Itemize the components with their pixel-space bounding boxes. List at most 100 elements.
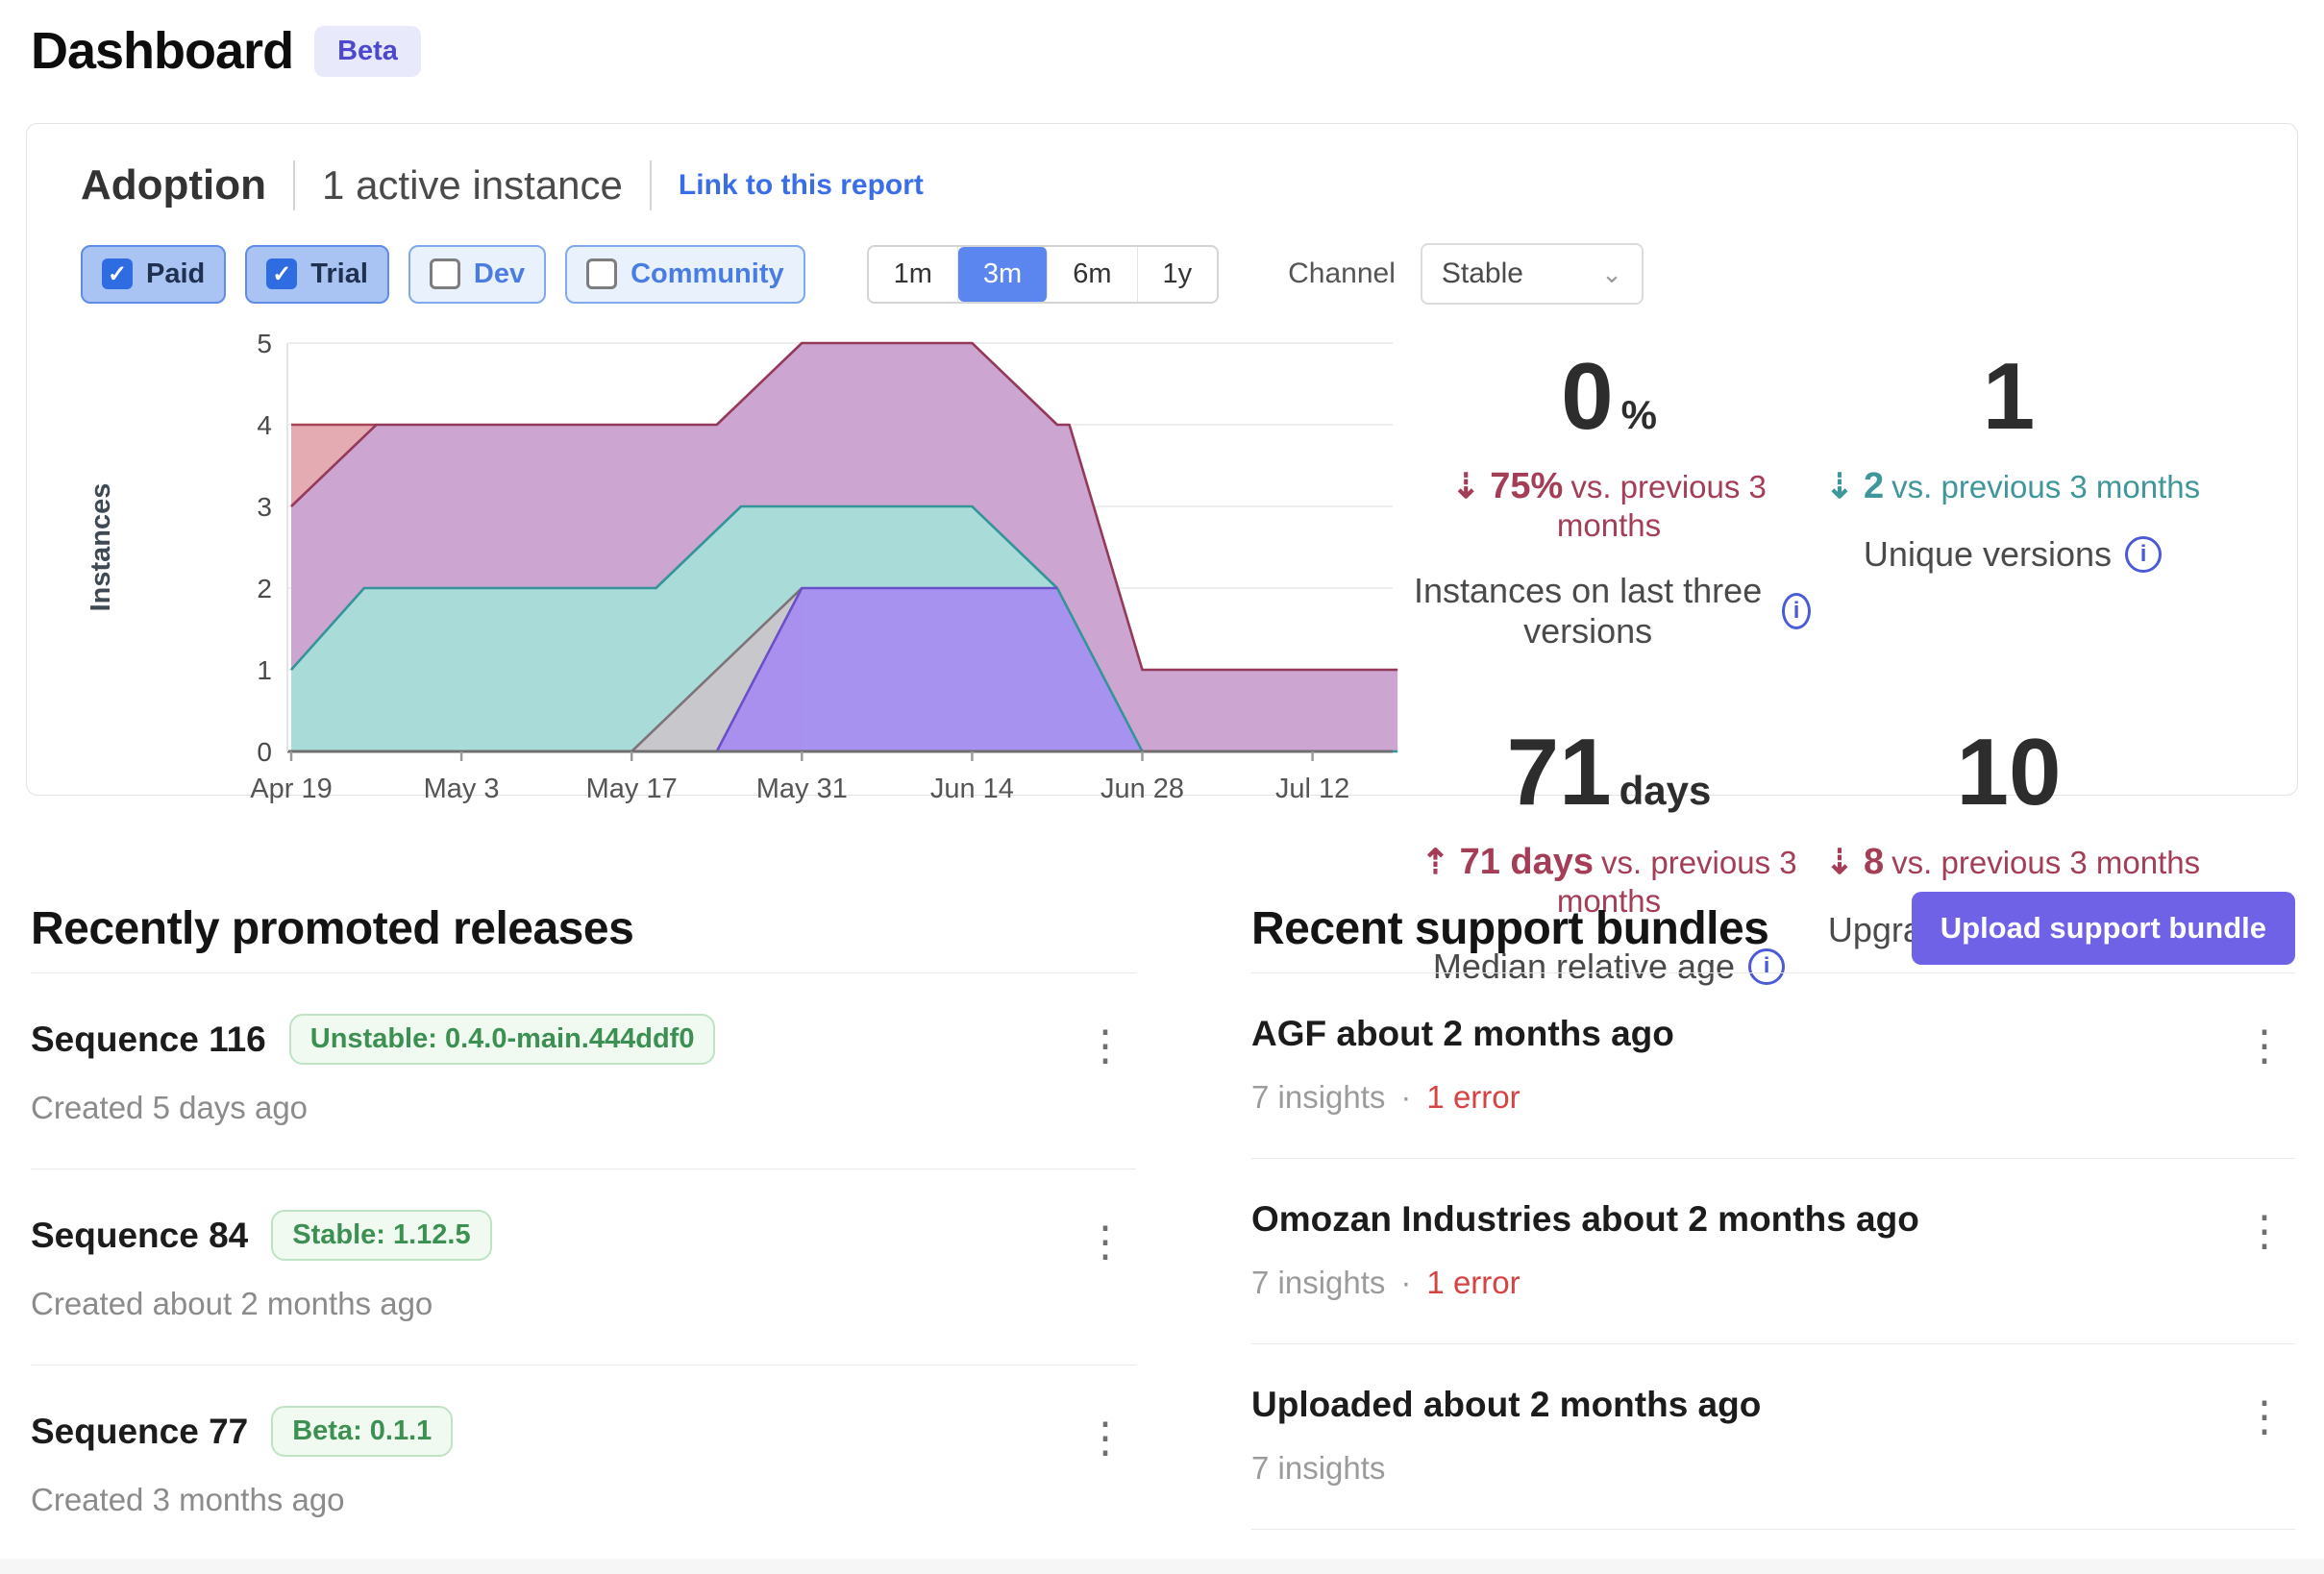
- divider: [650, 160, 652, 210]
- license-filter-chips: ✓ Paid ✓ Trial Dev Community: [81, 245, 805, 304]
- svg-text:May 17: May 17: [586, 774, 678, 804]
- bundle-meta: 7 insights · 1 error: [1251, 1079, 1674, 1116]
- filter-chip-label: Trial: [310, 258, 368, 290]
- release-channel-badge: Unstable: 0.4.0-main.444ddf0: [289, 1014, 716, 1065]
- release-channel-badge: Beta: 0.1.1: [271, 1406, 453, 1457]
- bundles-header: Recent support bundles Upload support bu…: [1251, 884, 2295, 972]
- adoption-card-header: Adoption 1 active instance Link to this …: [81, 160, 2243, 210]
- dot-separator: ·: [1400, 1265, 1411, 1301]
- svg-text:2: 2: [257, 574, 272, 603]
- filter-chip-trial[interactable]: ✓ Trial: [245, 245, 389, 304]
- info-icon[interactable]: i: [2125, 536, 2162, 573]
- release-row[interactable]: Sequence 77 Beta: 0.1.1 Created 3 months…: [31, 1365, 1136, 1561]
- releases-heading: Recently promoted releases: [31, 902, 633, 955]
- bundle-insights: 7 insights: [1251, 1079, 1385, 1116]
- releases-section: Recently promoted releases Sequence 116 …: [31, 884, 1136, 1574]
- upload-support-bundle-button[interactable]: Upload support bundle: [1912, 892, 2295, 965]
- lower-sections: Recently promoted releases Sequence 116 …: [31, 884, 2295, 1574]
- kebab-menu-icon[interactable]: ⋮: [2234, 1023, 2295, 1069]
- info-icon[interactable]: i: [1782, 593, 1811, 629]
- bundle-insights: 7 insights: [1251, 1265, 1385, 1301]
- range-1m[interactable]: 1m: [869, 247, 958, 302]
- svg-text:Jun 28: Jun 28: [1100, 774, 1184, 804]
- trend-up-icon: ⇡: [1421, 842, 1449, 881]
- stat-instances-last-three-versions: 0% ⇣75%vs. previous 3 months Instances o…: [1407, 349, 1811, 652]
- svg-text:Jul 12: Jul 12: [1275, 774, 1349, 804]
- stat-value: 10: [1811, 725, 2214, 819]
- release-name: Sequence 84: [31, 1216, 248, 1256]
- beta-badge: Beta: [314, 26, 421, 77]
- filter-chip-label: Dev: [474, 258, 525, 290]
- trend-down-icon: ⇣: [1825, 466, 1854, 505]
- svg-text:3: 3: [257, 492, 272, 522]
- support-bundles-section: Recent support bundles Upload support bu…: [1251, 884, 2295, 1574]
- svg-text:May 3: May 3: [424, 774, 500, 804]
- checkbox-unchecked-icon[interactable]: [430, 258, 460, 289]
- checkbox-checked-icon[interactable]: ✓: [102, 258, 133, 289]
- kebab-menu-icon[interactable]: ⋮: [2234, 1394, 2295, 1439]
- channel-select[interactable]: Stable ⌄: [1421, 243, 1644, 305]
- y-axis-label: Instances: [86, 483, 116, 612]
- active-instance-count: 1 active instance: [322, 162, 623, 209]
- channel-control: Channel Stable ⌄: [1288, 243, 1644, 305]
- svg-text:Jun 14: Jun 14: [930, 774, 1014, 804]
- filter-chip-label: Community: [630, 258, 784, 290]
- filter-chip-community[interactable]: Community: [565, 245, 805, 304]
- stat-value: 71days: [1407, 725, 1811, 819]
- release-channel-badge: Stable: 1.12.5: [271, 1210, 491, 1261]
- kebab-menu-icon[interactable]: ⋮: [1075, 1023, 1136, 1069]
- adoption-card: Adoption 1 active instance Link to this …: [26, 123, 2298, 796]
- bundle-errors: 1 error: [1426, 1079, 1520, 1116]
- bundle-meta: 7 insights: [1251, 1450, 1761, 1487]
- release-row[interactable]: Sequence 116 Unstable: 0.4.0-main.444ddf…: [31, 973, 1136, 1168]
- release-name: Sequence 116: [31, 1020, 266, 1060]
- bundle-row[interactable]: Omozan Industries about 2 months ago 7 i…: [1251, 1159, 2295, 1343]
- checkbox-unchecked-icon[interactable]: [586, 258, 617, 289]
- dashboard-page: Dashboard Beta Adoption 1 active instanc…: [0, 0, 2324, 1574]
- channel-selected-value: Stable: [1442, 258, 1523, 290]
- trend-down-icon: ⇣: [1825, 842, 1854, 881]
- bundles-heading: Recent support bundles: [1251, 902, 1768, 955]
- dot-separator: ·: [1400, 1079, 1411, 1116]
- kebab-menu-icon[interactable]: ⋮: [1075, 1415, 1136, 1461]
- kebab-menu-icon[interactable]: ⋮: [1075, 1219, 1136, 1265]
- release-created: Created 5 days ago: [31, 1090, 715, 1126]
- stat-change: ⇣75%vs. previous 3 months: [1407, 466, 1811, 544]
- next-section-edge: [0, 1559, 2324, 1574]
- release-name: Sequence 77: [31, 1412, 248, 1452]
- stat-value: 0%: [1407, 349, 1811, 443]
- stat-value: 1: [1811, 349, 2214, 443]
- stat-change: ⇣8vs. previous 3 months: [1811, 842, 2214, 883]
- range-1y[interactable]: 1y: [1138, 247, 1218, 302]
- stat-caption: Unique versions i: [1811, 534, 2214, 575]
- chevron-down-icon: ⌄: [1601, 259, 1622, 289]
- filter-chip-dev[interactable]: Dev: [408, 245, 546, 304]
- adoption-chart: 012345Apr 19May 3May 17May 31Jun 14Jun 2…: [81, 322, 1407, 822]
- range-6m[interactable]: 6m: [1048, 247, 1137, 302]
- bundle-title: Omozan Industries about 2 months ago: [1251, 1199, 1919, 1240]
- page-title: Dashboard: [31, 21, 293, 81]
- stat-change: ⇣2vs. previous 3 months: [1811, 466, 2214, 507]
- adoption-title: Adoption: [81, 161, 266, 209]
- bundle-title: Uploaded about 2 months ago: [1251, 1385, 1761, 1425]
- bundle-row[interactable]: Uploaded about 2 months ago 7 insights ⋮: [1251, 1344, 2295, 1529]
- kebab-menu-icon[interactable]: ⋮: [2234, 1209, 2295, 1254]
- time-range-toggle: 1m 3m 6m 1y: [867, 245, 1220, 304]
- stat-unique-versions: 1 ⇣2vs. previous 3 months Unique version…: [1811, 349, 2214, 652]
- svg-text:Apr 19: Apr 19: [250, 774, 332, 804]
- release-created: Created about 2 months ago: [31, 1286, 492, 1322]
- bundle-meta: 7 insights · 1 error: [1251, 1265, 1919, 1301]
- page-header: Dashboard Beta: [0, 0, 2324, 81]
- link-to-report[interactable]: Link to this report: [679, 169, 924, 202]
- svg-text:5: 5: [257, 329, 272, 358]
- range-3m[interactable]: 3m: [958, 247, 1048, 302]
- bundle-errors: 1 error: [1426, 1265, 1520, 1301]
- svg-text:0: 0: [257, 737, 272, 767]
- release-row[interactable]: Sequence 84 Stable: 1.12.5 Created about…: [31, 1169, 1136, 1365]
- bundle-row[interactable]: AGF about 2 months ago 7 insights · 1 er…: [1251, 973, 2295, 1158]
- filter-chip-paid[interactable]: ✓ Paid: [81, 245, 226, 304]
- bundle-insights: 7 insights: [1251, 1450, 1385, 1487]
- adoption-filters-row: ✓ Paid ✓ Trial Dev Community 1m 3m: [81, 243, 2243, 305]
- release-created: Created 3 months ago: [31, 1482, 453, 1518]
- checkbox-checked-icon[interactable]: ✓: [266, 258, 297, 289]
